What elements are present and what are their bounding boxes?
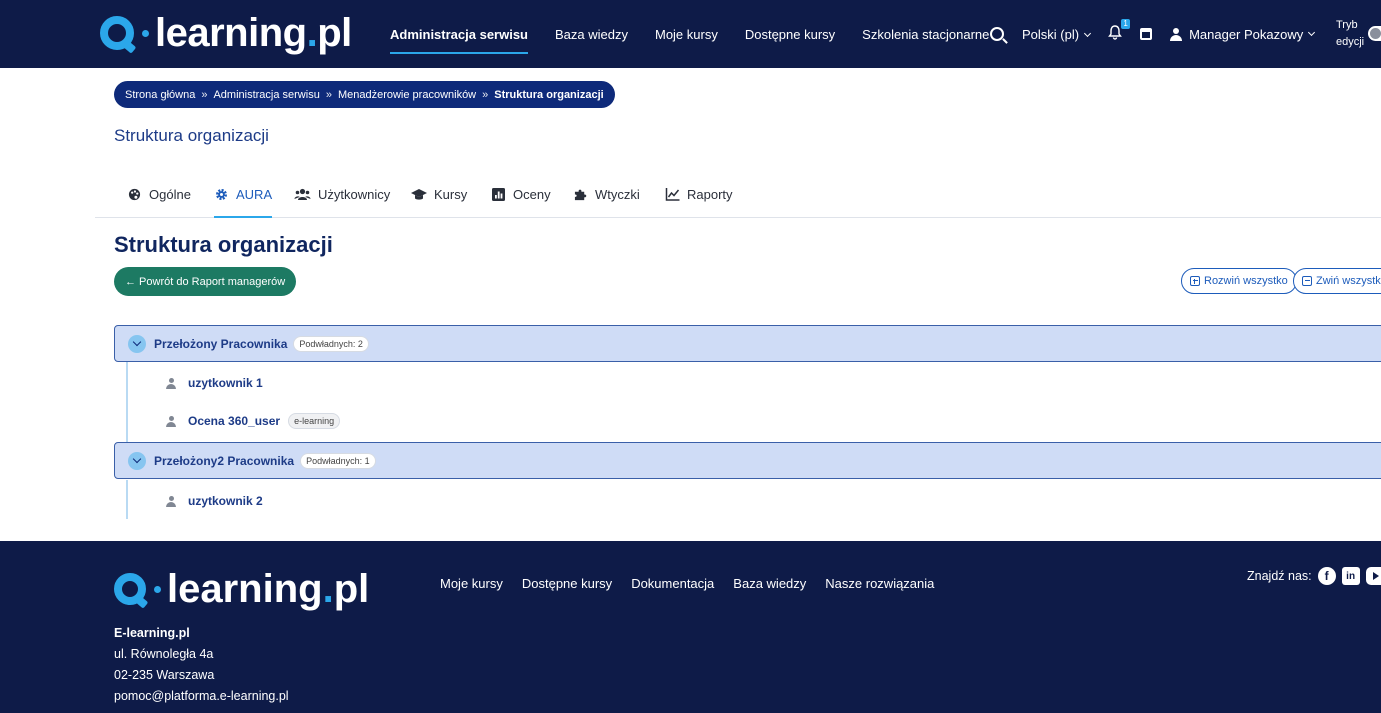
subordinate-link[interactable]: Ocena 360_user	[188, 414, 280, 428]
tab-reports[interactable]: Raporty	[665, 172, 733, 217]
logo-wordmark: learning.pl	[167, 567, 370, 611]
footer-link-solutions[interactable]: Nasze rozwiązania	[825, 576, 934, 591]
chevron-down-icon[interactable]	[128, 334, 146, 353]
search-icon[interactable]	[990, 27, 1004, 41]
logo-wordmark: learning.pl	[155, 11, 352, 55]
youtube-icon[interactable]	[1365, 567, 1381, 585]
subordinate-link[interactable]: uzytkownik 1	[188, 376, 263, 390]
breadcrumb-managers[interactable]: Menadżerowie pracowników	[338, 89, 476, 101]
back-to-managers-report-button[interactable]: ← Powrót do Raport managerów	[114, 267, 297, 296]
user-icon	[166, 415, 176, 427]
tab-plugins[interactable]: Wtyczki	[573, 172, 640, 217]
nav-knowledge-base[interactable]: Baza wiedzy	[555, 0, 628, 68]
palette-icon	[128, 188, 141, 201]
top-navbar: learning.pl Administracja serwisu Baza w…	[0, 0, 1381, 68]
linkedin-icon[interactable]: in	[1341, 567, 1360, 585]
street-address: ul. Równoległa 4a	[114, 647, 214, 661]
manager-name: Przełożony Pracownika	[154, 336, 288, 351]
user-icon	[166, 495, 176, 507]
breadcrumb-admin[interactable]: Administracja serwisu	[213, 89, 319, 101]
logo-dot	[142, 29, 149, 37]
tab-general[interactable]: Ogólne	[127, 172, 191, 217]
line-chart-icon	[665, 188, 680, 201]
expand-all-label: Rozwiń wszystko	[1204, 275, 1288, 287]
site-logo[interactable]: learning.pl	[100, 10, 352, 56]
user-icon	[1170, 27, 1183, 41]
tab-courses[interactable]: Kursy	[411, 172, 467, 217]
tab-users[interactable]: Użytkownicy	[294, 172, 390, 217]
plus-square-icon	[1190, 276, 1200, 286]
gear-icon	[216, 189, 227, 200]
collapse-all-button[interactable]: Zwiń wszystko	[1293, 268, 1381, 294]
user-tag-badge: e-learning	[288, 413, 341, 429]
footer-links: Moje kursy Dostępne kursy Dokumentacja B…	[440, 576, 953, 591]
nav-classroom-training[interactable]: Szkolenia stacjonarne	[862, 0, 989, 68]
tab-grades[interactable]: Oceny	[491, 172, 551, 217]
notification-count-badge: 1	[1121, 18, 1131, 29]
main-nav: Administracja serwisu Baza wiedzy Moje k…	[390, 0, 1016, 68]
breadcrumb-home[interactable]: Strona główna	[125, 89, 195, 101]
nav-utilities: Polski (pl) 1 Manager Pokazowy	[990, 0, 1332, 68]
user-menu[interactable]: Manager Pokazowy	[1170, 26, 1316, 42]
breadcrumb: Strona główna » Administracja serwisu » …	[114, 81, 615, 108]
notifications-button[interactable]: 1	[1108, 18, 1131, 44]
manager-name: Przełożony2 Pracownika	[154, 453, 295, 468]
social-links: Znajdź nas: f in	[1247, 567, 1381, 585]
edit-mode-label: Tryb edycji	[1336, 19, 1365, 48]
breadcrumb-separator-icon: »	[201, 88, 208, 101]
chevron-down-icon	[1084, 29, 1092, 37]
breadcrumb-separator-icon: »	[325, 88, 332, 101]
chart-square-icon	[492, 188, 505, 201]
subordinates-count-badge: Podwładnych: 1	[300, 452, 376, 469]
collapse-all-label: Zwiń wszystko	[1316, 275, 1381, 287]
expand-all-button[interactable]: Rozwiń wszystko	[1181, 268, 1297, 294]
calendar-icon[interactable]	[1140, 28, 1153, 40]
nav-admin[interactable]: Administracja serwisu	[390, 0, 528, 68]
language-label: Polski (pl)	[1022, 26, 1080, 42]
footer-link-my-courses[interactable]: Moje kursy	[440, 576, 503, 591]
logo-dot	[154, 585, 161, 593]
list-item: uzytkownik 2	[166, 491, 263, 511]
manager-group[interactable]: Przełożony Pracownika Podwładnych: 2	[114, 325, 1381, 362]
footer-link-available-courses[interactable]: Dostępne kursy	[522, 576, 612, 591]
breadcrumb-separator-icon: »	[482, 88, 489, 101]
subordinates-list: uzytkownik 2	[126, 480, 1381, 519]
admin-tabs: Ogólne AURA Użytkownicy Kursy Oceny Wtyc…	[95, 172, 1381, 218]
bell-icon	[1108, 24, 1122, 40]
facebook-icon[interactable]: f	[1317, 567, 1336, 585]
user-name: Manager Pokazowy	[1189, 26, 1304, 42]
chevron-down-icon	[1308, 28, 1316, 37]
footer: learning.pl Moje kursy Dostępne kursy Do…	[0, 541, 1381, 713]
city-address: 02-235 Warszawa	[114, 668, 215, 682]
subordinates-count-badge: Podwładnych: 2	[293, 335, 369, 352]
footer-logo[interactable]: learning.pl	[114, 569, 369, 609]
support-email-link[interactable]: pomoc@platforma.e-learning.pl	[114, 689, 289, 703]
footer-link-knowledge-base[interactable]: Baza wiedzy	[733, 576, 806, 591]
users-icon	[294, 188, 311, 200]
social-label: Znajdź nas:	[1247, 569, 1312, 583]
user-icon	[166, 377, 176, 389]
footer-address: E-learning.pl ul. Równoległa 4a 02-235 W…	[114, 623, 289, 707]
nav-available-courses[interactable]: Dostępne kursy	[745, 0, 835, 68]
edit-mode-toggle[interactable]	[1368, 26, 1381, 41]
logo-q-icon	[100, 16, 134, 50]
page-heading: Struktura organizacji	[114, 126, 269, 145]
subordinate-link[interactable]: uzytkownik 2	[188, 494, 263, 508]
subordinates-list: uzytkownik 1 Ocena 360_user e-learning	[126, 362, 1381, 442]
minus-square-icon	[1302, 276, 1312, 286]
list-item: uzytkownik 1	[166, 373, 263, 393]
company-name: E-learning.pl	[114, 626, 190, 640]
logo-q-icon	[114, 573, 146, 605]
graduation-cap-icon	[411, 189, 427, 200]
puzzle-icon	[574, 189, 587, 201]
list-item: Ocena 360_user e-learning	[166, 411, 341, 431]
nav-my-courses[interactable]: Moje kursy	[655, 0, 718, 68]
chevron-down-icon[interactable]	[128, 451, 146, 470]
main-title: Struktura organizacji	[114, 232, 333, 257]
footer-link-documentation[interactable]: Dokumentacja	[631, 576, 714, 591]
tab-aura[interactable]: AURA	[214, 172, 273, 218]
manager-group[interactable]: Przełożony2 Pracownika Podwładnych: 1	[114, 442, 1381, 479]
breadcrumb-current: Struktura organizacji	[494, 88, 604, 101]
language-menu[interactable]: Polski (pl)	[1022, 26, 1092, 42]
